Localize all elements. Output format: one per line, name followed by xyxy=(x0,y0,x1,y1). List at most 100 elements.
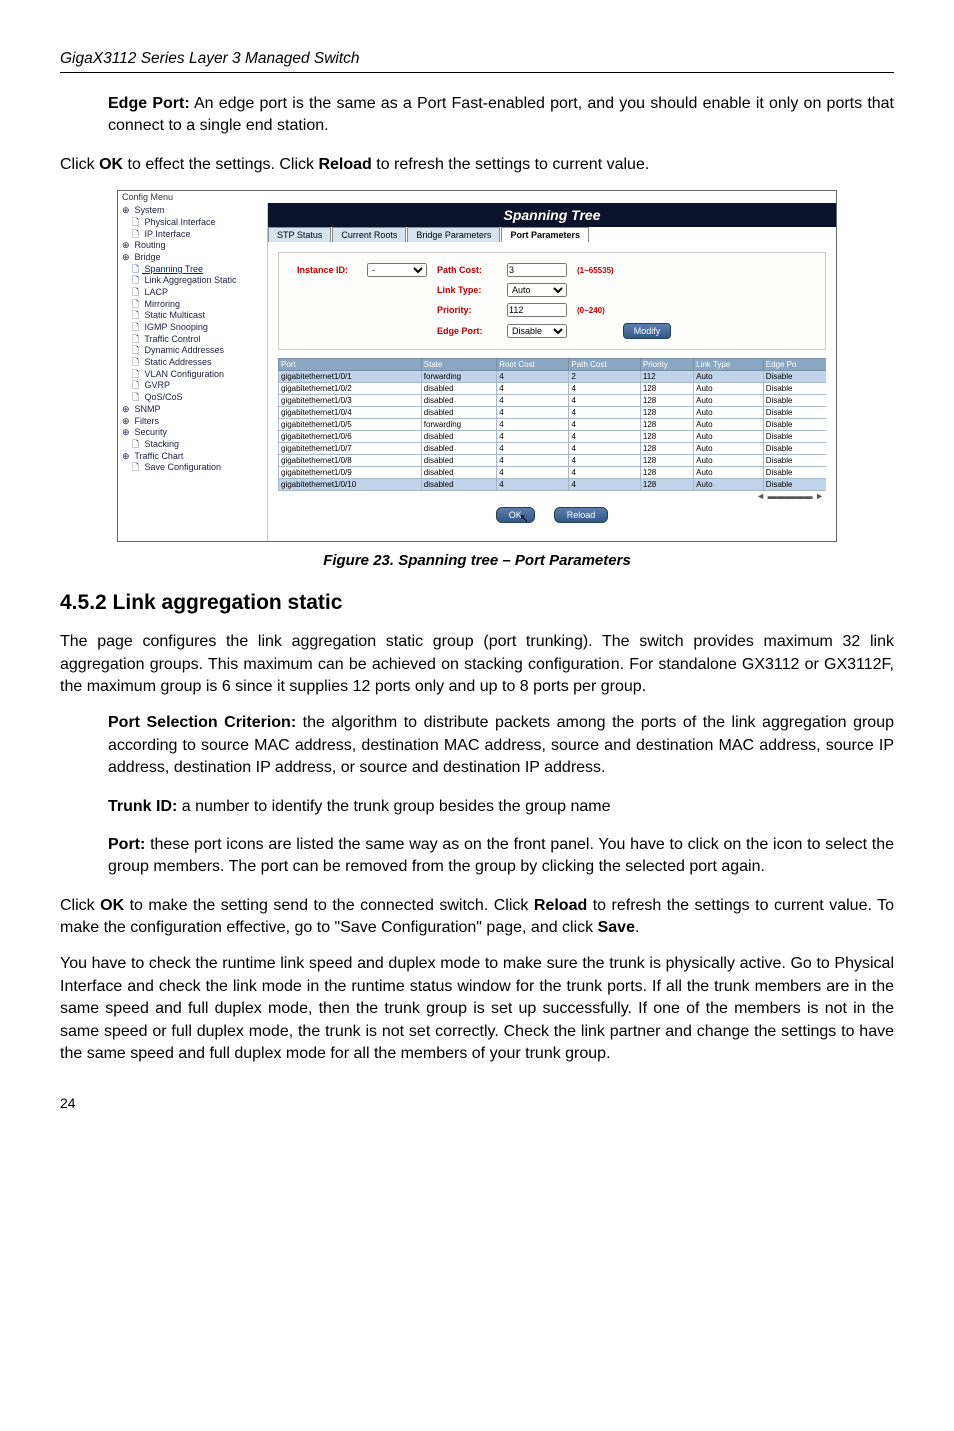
tree-node[interactable]: ⊕ Security xyxy=(122,427,263,439)
link-agg-intro: The page configures the link aggregation… xyxy=(60,631,894,698)
tree-node[interactable]: ⊕ SNMP xyxy=(122,404,263,416)
table-cell: 4 xyxy=(497,407,569,419)
table-cell: forwarding xyxy=(421,419,496,431)
file-icon: 🗋 xyxy=(132,287,142,299)
table-cell: Disable xyxy=(763,467,826,479)
tree-node[interactable]: 🗋 Traffic Control xyxy=(122,334,263,346)
table-cell: gigabitethernet1/0/4 xyxy=(279,407,422,419)
table-row[interactable]: gigabitethernet1/0/9disabled44128AutoDis… xyxy=(279,467,827,479)
table-cell: disabled xyxy=(421,407,496,419)
click-ok-paragraph-1: Click OK to effect the settings. Click R… xyxy=(60,154,894,176)
table-row[interactable]: gigabitethernet1/0/1forwarding42112AutoD… xyxy=(279,371,827,383)
folder-icon: ⊕ xyxy=(122,252,132,264)
table-cell: Auto xyxy=(694,371,764,383)
table-cell: 4 xyxy=(569,431,640,443)
table-cell: 128 xyxy=(640,443,693,455)
tab-bridge-parameters[interactable]: Bridge Parameters xyxy=(407,227,500,242)
priority-range: (0~240) xyxy=(577,306,647,315)
instance-id-label: Instance ID: xyxy=(297,265,367,275)
table-header[interactable]: Edge Po xyxy=(763,359,826,371)
table-header[interactable]: Port xyxy=(279,359,422,371)
modify-button[interactable]: Modify xyxy=(623,323,672,339)
tree-node[interactable]: 🗋 Static Addresses xyxy=(122,357,263,369)
tab-stp-status[interactable]: STP Status xyxy=(268,227,331,242)
folder-icon: ⊕ xyxy=(122,240,132,252)
table-cell: 4 xyxy=(497,419,569,431)
link-type-select[interactable]: Auto xyxy=(507,283,567,297)
tree-node[interactable]: 🗋 Save Configuration xyxy=(122,462,263,474)
path-cost-label: Path Cost: xyxy=(437,265,507,275)
table-header[interactable]: Link Type xyxy=(694,359,764,371)
table-cell: 128 xyxy=(640,455,693,467)
tree-node-label: System xyxy=(132,205,165,215)
tree-node-label: GVRP xyxy=(142,380,170,390)
table-cell: disabled xyxy=(421,383,496,395)
tree-node-label: LACP xyxy=(142,287,168,297)
tree-node-label: Spanning Tree xyxy=(142,264,203,274)
file-icon: 🗋 xyxy=(132,392,142,404)
tree-node[interactable]: 🗋 VLAN Configuration xyxy=(122,369,263,381)
table-cell: 128 xyxy=(640,407,693,419)
tab-current-roots[interactable]: Current Roots xyxy=(332,227,406,242)
table-row[interactable]: gigabitethernet1/0/8disabled44128AutoDis… xyxy=(279,455,827,467)
priority-input[interactable] xyxy=(507,303,567,317)
tree-node-label: Static Addresses xyxy=(142,357,212,367)
port-form: Instance ID: - Path Cost: (1~65535) Link… xyxy=(278,252,826,350)
instance-id-select[interactable]: - xyxy=(367,263,427,277)
tree-node[interactable]: ⊕ System xyxy=(122,205,263,217)
path-cost-input[interactable] xyxy=(507,263,567,277)
table-header[interactable]: State xyxy=(421,359,496,371)
tree-node[interactable]: 🗋 Mirroring xyxy=(122,299,263,311)
tree-node[interactable]: ⊕ Bridge xyxy=(122,252,263,264)
folder-icon: ⊕ xyxy=(122,427,132,439)
table-cell: 4 xyxy=(497,371,569,383)
tree-node-label: Stacking xyxy=(142,439,179,449)
tab-port-parameters[interactable]: Port Parameters xyxy=(501,227,589,242)
tree-node[interactable]: 🗋 Spanning Tree xyxy=(122,264,263,276)
table-cell: 4 xyxy=(569,419,640,431)
table-header[interactable]: Root Cost xyxy=(497,359,569,371)
table-row[interactable]: gigabitethernet1/0/7disabled44128AutoDis… xyxy=(279,443,827,455)
file-icon: 🗋 xyxy=(132,439,142,451)
tree-node[interactable]: 🗋 LACP xyxy=(122,287,263,299)
tree-node[interactable]: ⊕ Filters xyxy=(122,416,263,428)
table-cell: 4 xyxy=(497,479,569,491)
file-icon: 🗋 xyxy=(132,275,142,287)
file-icon: 🗋 xyxy=(132,380,142,392)
reload-button[interactable]: Reload xyxy=(554,507,609,523)
tree-node[interactable]: 🗋 Stacking xyxy=(122,439,263,451)
tree-node[interactable]: ⊕ Traffic Chart xyxy=(122,451,263,463)
tree-node[interactable]: 🗋 Dynamic Addresses xyxy=(122,345,263,357)
scroll-indicator: ◄ ▬▬▬▬▬ ► xyxy=(278,491,826,501)
table-header[interactable]: Priority xyxy=(640,359,693,371)
tree-node[interactable]: 🗋 IP Interface xyxy=(122,229,263,241)
tree-node[interactable]: 🗋 Static Multicast xyxy=(122,310,263,322)
tree-node-label: Save Configuration xyxy=(142,462,221,472)
table-cell: Disable xyxy=(763,371,826,383)
table-row[interactable]: gigabitethernet1/0/10disabled44128AutoDi… xyxy=(279,479,827,491)
table-cell: gigabitethernet1/0/3 xyxy=(279,395,422,407)
table-cell: Auto xyxy=(694,383,764,395)
table-cell: 128 xyxy=(640,467,693,479)
table-row[interactable]: gigabitethernet1/0/2disabled44128AutoDis… xyxy=(279,383,827,395)
table-header[interactable]: Path Cost xyxy=(569,359,640,371)
table-row[interactable]: gigabitethernet1/0/4disabled44128AutoDis… xyxy=(279,407,827,419)
table-row[interactable]: gigabitethernet1/0/5forwarding44128AutoD… xyxy=(279,419,827,431)
tree-node-label: Filters xyxy=(132,416,159,426)
table-row[interactable]: gigabitethernet1/0/3disabled44128AutoDis… xyxy=(279,395,827,407)
table-cell: 4 xyxy=(497,431,569,443)
tree-node[interactable]: 🗋 Physical Interface xyxy=(122,217,263,229)
folder-icon: ⊕ xyxy=(122,404,132,416)
tree-node[interactable]: 🗋 GVRP xyxy=(122,380,263,392)
table-row[interactable]: gigabitethernet1/0/6disabled44128AutoDis… xyxy=(279,431,827,443)
tree-node[interactable]: ⊕ Routing xyxy=(122,240,263,252)
tree-node-label: SNMP xyxy=(132,404,161,414)
tree-node[interactable]: 🗋 IGMP Snooping xyxy=(122,322,263,334)
port-table: PortStateRoot CostPath CostPriorityLink … xyxy=(278,358,826,491)
tree-node[interactable]: 🗋 QoS/CoS xyxy=(122,392,263,404)
table-cell: Disable xyxy=(763,383,826,395)
tree-node[interactable]: 🗋 Link Aggregation Static xyxy=(122,275,263,287)
edge-port-select[interactable]: Disable xyxy=(507,324,567,338)
file-icon: 🗋 xyxy=(132,345,142,357)
table-cell: Auto xyxy=(694,455,764,467)
